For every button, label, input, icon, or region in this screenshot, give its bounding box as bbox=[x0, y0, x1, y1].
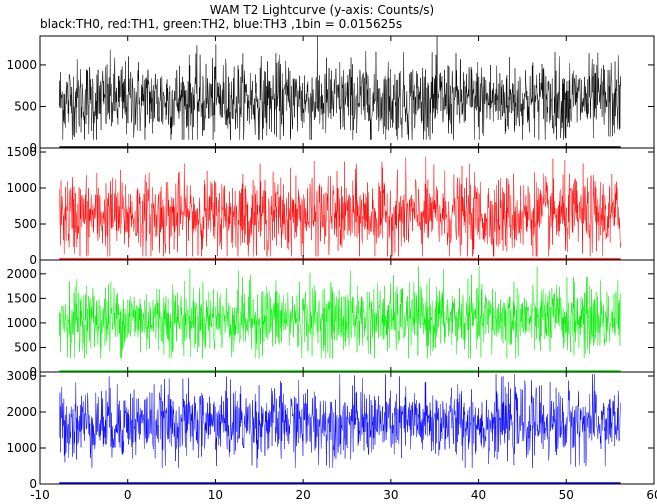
x-tick-label: 50 bbox=[559, 488, 574, 502]
y-tick-label: 1000 bbox=[6, 316, 37, 330]
y-tick-label: 1500 bbox=[6, 291, 37, 305]
series-line-th1 bbox=[59, 156, 621, 257]
x-tick-label: 20 bbox=[296, 488, 311, 502]
y-tick-label: 500 bbox=[14, 99, 37, 113]
x-tick-label: 60 bbox=[646, 488, 657, 502]
lightcurve-chart: WAM T2 Lightcurve (y-axis: Counts/s) bla… bbox=[6, 3, 657, 502]
x-tick-label: -10 bbox=[30, 488, 50, 502]
x-tick-label: 40 bbox=[471, 488, 486, 502]
chart-title: WAM T2 Lightcurve (y-axis: Counts/s) bbox=[210, 3, 434, 17]
chart-subtitle: black:TH0, red:TH1, green:TH2, blue:TH3 … bbox=[40, 17, 402, 31]
series-line-th2 bbox=[59, 266, 621, 359]
panel-th3: 0100020003000 bbox=[6, 369, 655, 491]
panel-th2: 0500100015002000 bbox=[6, 259, 655, 379]
y-tick-label: 1000 bbox=[6, 441, 37, 455]
x-tick-label: 0 bbox=[124, 488, 132, 502]
y-tick-label: 0 bbox=[29, 253, 37, 267]
y-tick-label: 1500 bbox=[6, 145, 37, 159]
y-tick-label: 500 bbox=[14, 217, 37, 231]
panel-frame bbox=[39, 259, 655, 373]
y-tick-label: 3000 bbox=[6, 369, 37, 383]
series-line-th0 bbox=[59, 35, 621, 140]
panels: 0500100005001000150005001000150020000100… bbox=[6, 35, 655, 491]
y-tick-label: 2000 bbox=[6, 405, 37, 419]
series-line-th3 bbox=[59, 374, 621, 468]
x-tick-label: 10 bbox=[208, 488, 223, 502]
y-tick-label: 1000 bbox=[6, 181, 37, 195]
x-tick-label: 30 bbox=[383, 488, 398, 502]
y-tick-label: 2000 bbox=[6, 267, 37, 281]
panel-th1: 0 500 1000 1500 bbox=[6, 145, 655, 267]
panel-th0: 05001000 bbox=[6, 35, 655, 155]
y-tick-label: 500 bbox=[14, 340, 37, 354]
y-tick-label: 1000 bbox=[6, 58, 37, 72]
